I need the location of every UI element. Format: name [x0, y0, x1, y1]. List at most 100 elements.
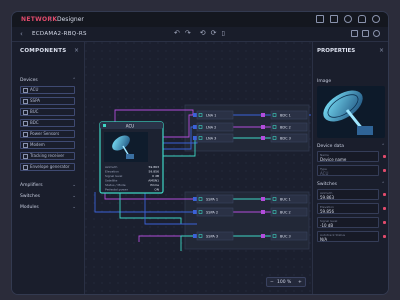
amplifiers-section-header[interactable]: Amplifiers ⌄	[20, 183, 84, 188]
amplifier-icon	[23, 98, 28, 104]
toolbar: ‹ ECDAMA2-RBQ-RS ↶ ↷ ⟲ ⟳ ▯	[12, 27, 388, 42]
dish-icon	[323, 90, 373, 135]
grid-icon[interactable]	[330, 15, 338, 23]
azimuth-field[interactable]: Azimuth 59.863	[317, 189, 379, 200]
zoom-in-button[interactable]: +	[298, 280, 302, 285]
acu-row-value: ON	[154, 188, 159, 192]
edit-icon[interactable]	[316, 15, 324, 23]
link-node-sspa-2[interactable]: SSPA 2	[196, 207, 234, 217]
device-image[interactable]	[317, 86, 385, 138]
lock-icon[interactable]	[383, 169, 386, 172]
link-node-lna-2[interactable]: LNA 2	[196, 122, 234, 132]
zoom-control: − 100 % +	[266, 277, 306, 287]
converter-node-label: BUC 3	[280, 235, 291, 239]
autotrack-status-field[interactable]: Autotrack Status N/A	[317, 231, 379, 242]
field-value: Device name	[320, 156, 347, 162]
converter-node-buc-3[interactable]: BUC 3	[270, 231, 308, 241]
document-title[interactable]: ECDAMA2-RBQ-RS	[32, 31, 87, 37]
component-item-buc[interactable]: BUC	[20, 108, 75, 116]
close-icon[interactable]: ×	[379, 47, 384, 54]
link-node-sspa-3[interactable]: SSPA 3	[196, 231, 234, 241]
lock-icon[interactable]	[383, 207, 386, 210]
acu-row-value: 59.863	[149, 165, 160, 169]
converter-node-buc-2[interactable]: BUC 2	[270, 207, 308, 217]
lock-icon[interactable]	[383, 193, 386, 196]
modules-section-header[interactable]: Modules ⌄	[20, 205, 84, 210]
converter-node-label: BDC 1	[280, 114, 291, 118]
lock-icon[interactable]	[383, 221, 386, 224]
sensor-icon	[23, 131, 28, 137]
history-tools: ↶ ↷ ⟲ ⟳ ▯	[174, 29, 225, 37]
converter-node-bdc-3[interactable]: BDC 3	[270, 133, 308, 143]
lock-icon[interactable]	[383, 235, 386, 238]
amplifiers-label: Amplifiers	[20, 183, 43, 188]
acu-row-value: AMSN1	[148, 179, 159, 183]
redo-icon[interactable]: ↷	[185, 29, 191, 37]
converter-node-label: BDC 2	[280, 126, 291, 130]
device-data-label: Device data	[317, 144, 344, 149]
field-value: 59.856	[320, 208, 334, 214]
signal-level-field[interactable]: Signal level -10 dB	[317, 217, 379, 228]
user-icon[interactable]	[372, 15, 380, 23]
acu-row-label: Status / Mode	[105, 183, 126, 187]
link-node-label: LNA 1	[206, 114, 216, 118]
elevation-field[interactable]: Elevation 59.856	[317, 203, 379, 214]
component-label: SSPA	[30, 98, 40, 103]
component-item-bdc[interactable]: BDC	[20, 119, 75, 127]
zoom-out-button[interactable]: −	[270, 280, 274, 285]
image-label: Image	[317, 79, 332, 84]
lock-icon[interactable]	[383, 155, 386, 158]
component-item-sspa[interactable]: SSPA	[20, 97, 75, 105]
back-chevron-icon[interactable]: ‹	[20, 30, 23, 38]
component-item-envelope-generator[interactable]: Envelope generator	[20, 163, 75, 171]
delete-icon[interactable]: ▯	[222, 30, 225, 37]
link-node-label: LNA 2	[206, 126, 216, 130]
document-actions	[351, 30, 380, 37]
undo-icon[interactable]: ↶	[174, 29, 180, 37]
save-icon[interactable]	[362, 30, 369, 37]
modem-icon	[23, 142, 28, 148]
link-node-label: SSPA 3	[206, 235, 218, 239]
name-field[interactable]: Name Device name	[317, 151, 379, 162]
chevron-up-icon[interactable]: ⌃	[381, 182, 385, 187]
chevron-up-icon[interactable]: ⌃	[381, 144, 385, 149]
acu-row-label: Signal level	[105, 174, 122, 178]
switches-label: Switches	[20, 194, 40, 199]
converter-icon	[23, 109, 28, 115]
chevron-down-icon: ⌄	[72, 194, 76, 199]
chevron-down-icon: ⌄	[72, 183, 76, 188]
bell-icon[interactable]	[358, 15, 366, 23]
field-value: 59.863	[320, 194, 334, 200]
devices-section-header[interactable]: Devices ⌃	[20, 78, 84, 83]
link-node-sspa-1[interactable]: SSPA 1	[196, 194, 234, 204]
dish-icon	[23, 87, 28, 93]
component-item-tracking-receiver[interactable]: Tracking receiver	[20, 152, 75, 160]
design-canvas[interactable]: ACU Azimuth Elevation Signal level Satel…	[85, 42, 311, 294]
type-field[interactable]: Type ACU	[317, 165, 379, 176]
converter-node-bdc-2[interactable]: BDC 2	[270, 122, 308, 132]
receiver-icon	[23, 153, 28, 159]
help-icon[interactable]	[344, 15, 352, 23]
copy-icon[interactable]	[351, 30, 358, 37]
properties-heading: PROPERTIES	[317, 48, 356, 54]
component-item-power-sensors[interactable]: Power Sensors	[20, 130, 75, 138]
field-value: ACU	[320, 170, 329, 176]
rotate-right-icon[interactable]: ⟳	[211, 29, 217, 37]
devices-label: Devices	[20, 78, 38, 83]
share-icon[interactable]	[373, 30, 380, 37]
link-node-lna-1[interactable]: LNA 1	[196, 110, 234, 120]
converter-node-label: BUC 1	[280, 198, 291, 202]
converter-node-bdc-1[interactable]: BDC 1	[270, 110, 308, 120]
generator-icon	[23, 164, 28, 170]
rotate-left-icon[interactable]: ⟲	[200, 29, 206, 37]
component-label: Tracking receiver	[30, 153, 65, 158]
component-label: Modem	[30, 142, 45, 147]
link-node-lna-3[interactable]: LNA 3	[196, 133, 234, 143]
component-item-acu[interactable]: ACU	[20, 86, 75, 94]
converter-node-buc-1[interactable]: BUC 1	[270, 194, 308, 204]
close-icon[interactable]: ×	[74, 47, 79, 54]
switches-section-header[interactable]: Switches ⌄	[20, 194, 84, 199]
components-sidebar: COMPONENTS × Devices ⌃ ACU SSPA BUC BDC …	[12, 42, 85, 294]
zoom-level[interactable]: 100 %	[277, 280, 291, 285]
component-item-modem[interactable]: Modem	[20, 141, 75, 149]
